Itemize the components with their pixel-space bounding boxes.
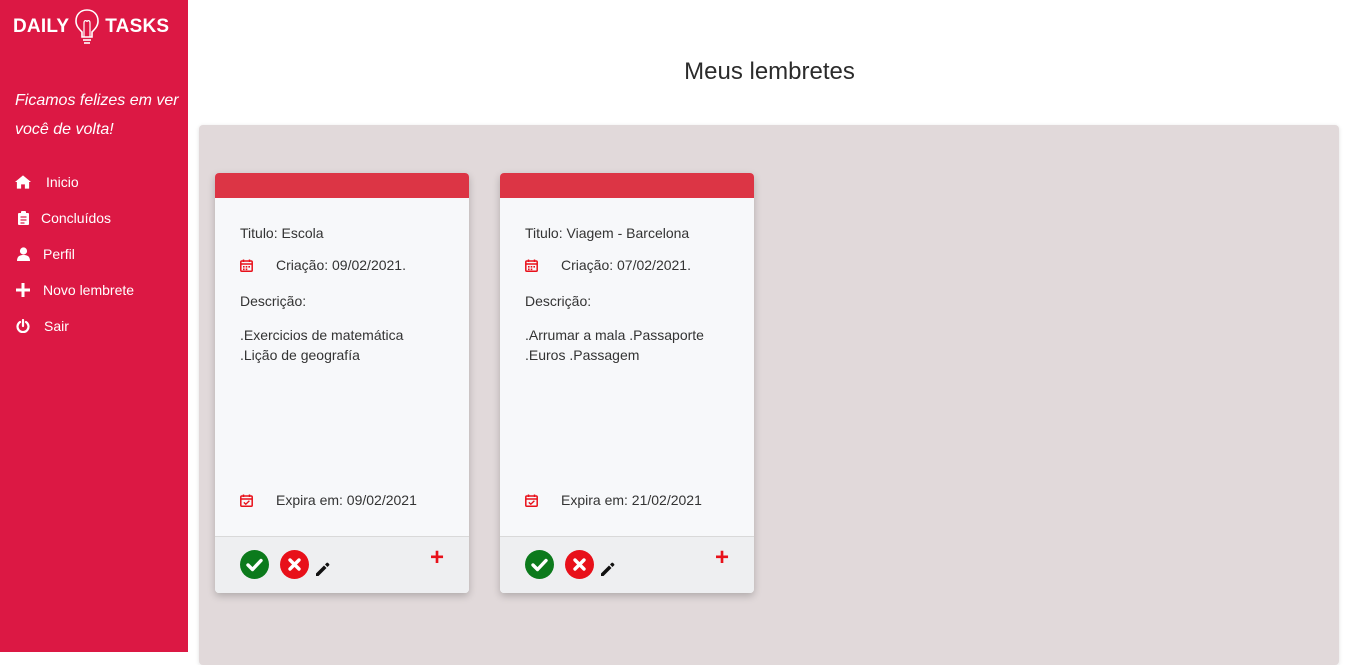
card-expiry: Expira em: 09/02/2021 (240, 492, 417, 508)
sidebar-item-perfil[interactable]: Perfil (0, 236, 188, 272)
logo[interactable]: DAILY TASKS (13, 8, 169, 46)
plus-icon (15, 282, 31, 298)
reminder-card: Titulo: Escola Criação: 09/02/2021. Desc… (215, 173, 469, 593)
created-date: Criação: 07/02/2021. (561, 257, 691, 273)
card-footer: + (500, 536, 754, 593)
description-label: Descrição: (525, 293, 592, 309)
add-button[interactable]: + (429, 546, 445, 570)
card-footer: + (215, 536, 469, 593)
welcome-message: Ficamos felizes em ver você de volta! (15, 92, 179, 138)
sidebar-item-label: Novo lembrete (43, 282, 135, 298)
card-header (215, 173, 469, 198)
check-icon (246, 558, 263, 572)
pencil-icon (316, 562, 330, 576)
sidebar-item-label: Sair (44, 318, 69, 334)
clipboard-icon (15, 210, 31, 226)
calendar-icon (240, 259, 253, 272)
sidebar-item-label: Perfil (43, 246, 75, 262)
created-date: Criação: 09/02/2021. (276, 257, 406, 273)
home-icon (15, 174, 31, 190)
power-icon (15, 318, 31, 334)
page-title: Meus lembretes (684, 58, 855, 85)
calendar-check-icon (525, 494, 538, 507)
pencil-icon (601, 562, 615, 576)
sidebar: DAILY TASKS Ficamos felizes em ver você … (0, 0, 188, 652)
card-expiry: Expira em: 21/02/2021 (525, 492, 702, 508)
card-created: Criação: 09/02/2021. (240, 257, 406, 273)
sidebar-item-novo-lembrete[interactable]: Novo lembrete (0, 272, 188, 308)
complete-button[interactable] (240, 550, 269, 579)
delete-button[interactable] (280, 550, 309, 579)
card-title: Titulo: Viagem - Barcelona (525, 225, 690, 241)
close-icon (288, 558, 301, 571)
card-body: Titulo: Escola Criação: 09/02/2021. Desc… (215, 198, 469, 536)
sidebar-item-concluidos[interactable]: Concluídos (0, 200, 188, 236)
edit-button[interactable] (314, 561, 331, 578)
card-body: Titulo: Viagem - Barcelona Criação: 07/0… (500, 198, 754, 536)
complete-button[interactable] (525, 550, 554, 579)
add-button[interactable]: + (714, 546, 730, 570)
calendar-check-icon (240, 494, 253, 507)
lightbulb-icon (74, 8, 100, 46)
sidebar-item-inicio[interactable]: Inicio (0, 164, 188, 200)
card-title: Titulo: Escola (240, 225, 324, 241)
description-text: .Arrumar a mala .Passaporte .Euros .Pass… (525, 327, 704, 363)
calendar-icon (525, 259, 538, 272)
user-icon (15, 246, 31, 262)
description-label: Descrição: (240, 293, 307, 309)
brand-word-daily: DAILY (13, 16, 70, 37)
reminder-card: Titulo: Viagem - Barcelona Criação: 07/0… (500, 173, 754, 593)
sidebar-item-sair[interactable]: Sair (0, 308, 188, 344)
expiry-date: Expira em: 21/02/2021 (561, 492, 702, 508)
card-created: Criação: 07/02/2021. (525, 257, 691, 273)
expiry-date: Expira em: 09/02/2021 (276, 492, 417, 508)
card-header (500, 173, 754, 198)
check-icon (531, 558, 548, 572)
sidebar-item-label: Inicio (46, 174, 79, 190)
sidebar-item-label: Concluídos (41, 210, 112, 226)
delete-button[interactable] (565, 550, 594, 579)
description-text: .Exercicios de matemática .Lição de geog… (240, 327, 404, 363)
close-icon (573, 558, 586, 571)
edit-button[interactable] (599, 561, 616, 578)
brand-word-tasks: TASKS (105, 16, 170, 37)
sidebar-nav: Inicio Concluídos Perfil Novo lembrete S… (0, 164, 188, 344)
